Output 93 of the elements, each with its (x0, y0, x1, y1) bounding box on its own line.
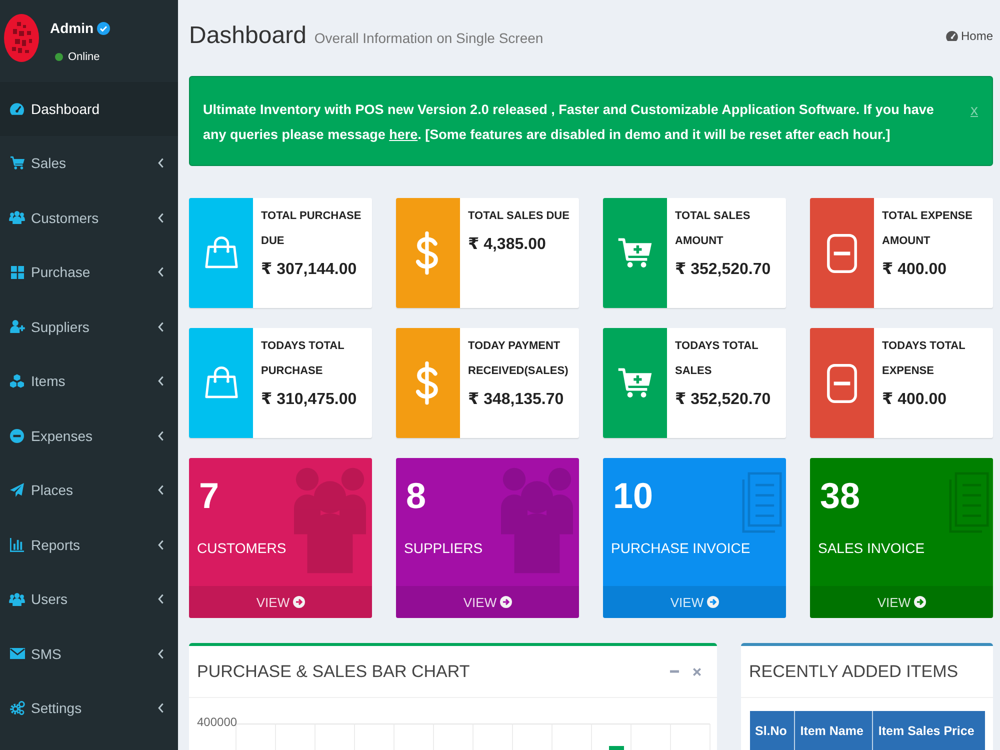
sidebar-item[interactable]: Dashboard (0, 82, 178, 136)
info-value: ₹ 307,144.00 (261, 260, 357, 280)
arrow-circle-icon (706, 596, 719, 608)
chevron-left-icon (158, 212, 164, 223)
chevron-left-icon (158, 648, 164, 659)
minus-circle-icon (10, 428, 24, 443)
bag-icon (204, 366, 238, 400)
info-value: ₹ 400.00 (882, 260, 947, 280)
cart-plus-icon (617, 368, 653, 398)
people-icon (294, 467, 366, 574)
info-value: ₹ 4,385.00 (468, 235, 546, 255)
minus-square-icon (827, 364, 857, 402)
minus-icon (670, 670, 679, 673)
gauge-icon (10, 102, 24, 115)
sidebar-item[interactable]: Purchase (0, 245, 178, 300)
gears-icon (10, 701, 24, 716)
axis-tick-label: 400000 (197, 715, 238, 729)
chevron-left-icon (158, 267, 164, 278)
close-button[interactable] (691, 666, 703, 678)
chevron-left-icon (158, 485, 164, 496)
home-link[interactable]: Home (946, 29, 993, 43)
info-value: ₹ 310,475.00 (261, 390, 357, 410)
bag-icon (204, 236, 238, 270)
tile-count: 38 (820, 476, 860, 516)
user-name: Admin (50, 20, 94, 36)
view-link[interactable]: VIEW (396, 586, 579, 618)
cubes-icon (10, 374, 24, 388)
info-value: ₹ 352,520.70 (675, 260, 771, 280)
arrow-circle-icon (500, 596, 512, 608)
view-link[interactable]: VIEW (810, 586, 993, 618)
chevron-left-icon (158, 594, 164, 604)
info-label: TODAYS TOTAL SALES (675, 339, 760, 379)
sidebar-item[interactable]: Suppliers (0, 300, 178, 354)
info-label: TOTAL EXPENSE AMOUNT (882, 209, 974, 249)
info-value: ₹ 400.00 (882, 390, 947, 410)
dollar-icon (416, 361, 440, 405)
tile-label: CUSTOMERS (197, 539, 286, 558)
info-value: ₹ 348,135.70 (468, 390, 564, 410)
alert-message: Ultimate Inventory with POS new Version 2.0 released , Faster and Customizable Application Software. If you have any queries please message here. [Some features are disabled in demo and it will be reset after each hour.] (203, 101, 935, 144)
envelope-icon (10, 648, 24, 660)
info-label: TOTAL SALES DUE (468, 209, 570, 224)
logo-icon (4, 14, 39, 62)
info-label: TODAYS TOTAL EXPENSE (882, 339, 966, 379)
sidebar-item[interactable]: Places (0, 463, 178, 518)
document-icon (742, 472, 782, 533)
tile-label: SUPPLIERS (404, 539, 483, 558)
minus-square-icon (827, 234, 857, 272)
grid-icon (10, 266, 24, 279)
info-label: TOTAL SALES AMOUNT (675, 209, 752, 249)
chevron-left-icon (158, 703, 164, 714)
tile-label: PURCHASE INVOICE (611, 539, 750, 558)
info-value: ₹ 352,520.70 (675, 390, 771, 410)
sidebar-item[interactable]: Items (0, 354, 178, 408)
info-label: TODAYS TOTAL PURCHASE (261, 339, 346, 379)
cart-plus-icon (617, 238, 653, 268)
sidebar-item[interactable]: SMS (0, 626, 178, 681)
user-plus-icon (10, 320, 24, 334)
chevron-left-icon (158, 322, 164, 332)
page-title: Dashboard (189, 21, 306, 51)
bar-chart-icon (10, 538, 24, 552)
user-status: Online (68, 51, 100, 63)
info-label: TOTAL PURCHASE DUE (261, 209, 362, 249)
page-subtitle: Overall Information on Single Screen (314, 30, 544, 46)
dollar-icon (416, 231, 440, 275)
chevron-left-icon (158, 430, 164, 441)
gauge-icon (946, 31, 958, 41)
chevron-left-icon (158, 540, 164, 550)
people-icon (9, 592, 25, 606)
arrow-circle-icon (914, 596, 926, 608)
chevron-left-icon (158, 158, 164, 168)
view-link[interactable]: VIEW (189, 586, 372, 618)
panel-title: RECENTLY ADDED ITEMS (749, 662, 958, 682)
sidebar-item[interactable]: Users (0, 572, 178, 626)
sidebar-item[interactable]: Expenses (0, 408, 178, 463)
sidebar-item[interactable]: Settings (0, 681, 178, 736)
tile-count: 10 (613, 476, 654, 516)
panel-title: PURCHASE & SALES BAR CHART (197, 662, 471, 682)
info-label: TODAY PAYMENT RECEIVED(SALES) (468, 339, 570, 379)
paper-plane-icon (10, 483, 24, 498)
column-header: Item Sales Price (872, 711, 985, 750)
sidebar-item[interactable]: Customers (0, 190, 178, 245)
tile-count: 7 (199, 476, 220, 516)
tile-label: SALES INVOICE (818, 539, 925, 558)
chevron-left-icon (158, 376, 164, 386)
people-icon (9, 211, 25, 224)
arrow-circle-icon (292, 596, 305, 608)
close-icon (693, 668, 701, 676)
column-header: Sl.No (750, 711, 795, 750)
tile-count: 8 (406, 476, 426, 516)
sidebar-item[interactable]: Reports (0, 518, 178, 572)
column-header: Item Name (794, 711, 873, 750)
cart-icon (10, 156, 24, 170)
sidebar-item[interactable]: Sales (0, 136, 178, 190)
